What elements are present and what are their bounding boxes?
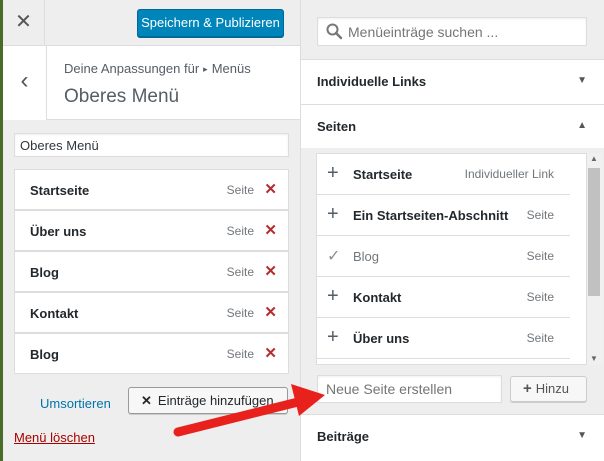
scroll-down-icon[interactable]: ▼	[590, 354, 598, 363]
plus-icon: +	[327, 203, 339, 225]
available-item[interactable]: + Startseite Individueller Link	[317, 154, 570, 195]
reorder-link[interactable]: Umsortieren	[40, 396, 111, 411]
available-item-title: Kontakt	[353, 290, 402, 305]
plus-icon: +	[327, 162, 339, 184]
menu-item-title: Blog	[30, 265, 59, 280]
available-item-type: Seite	[526, 331, 554, 345]
available-item[interactable]: ✓ Blog Seite	[317, 236, 570, 277]
section-posts[interactable]: Beiträge ▼	[301, 414, 604, 461]
remove-item-icon[interactable]: ✕	[264, 180, 277, 198]
available-item-type: Seite	[526, 208, 554, 222]
menu-item[interactable]: Über uns Seite ✕	[14, 210, 289, 251]
breadcrumb-target: Menüs	[211, 61, 251, 76]
back-chevron-icon[interactable]: ‹	[3, 46, 47, 120]
scrollbar-thumb[interactable]	[588, 168, 600, 296]
section-header	[3, 46, 300, 120]
menu-item-title: Blog	[30, 347, 59, 362]
menu-item-type: Seite	[226, 265, 254, 279]
available-item-type: Individueller Link	[464, 167, 554, 181]
chevron-down-icon: ▼	[577, 430, 587, 441]
remove-item-icon[interactable]: ✕	[264, 221, 277, 239]
add-page-button[interactable]: + Hinzu	[510, 376, 587, 402]
remove-item-icon[interactable]: ✕	[264, 344, 277, 362]
chevron-up-icon: ▲	[577, 120, 587, 131]
section-label: Seiten	[317, 119, 357, 134]
breadcrumb-prefix: Deine Anpassungen für	[64, 61, 200, 76]
menu-item[interactable]: Blog Seite ✕	[14, 251, 289, 292]
available-item[interactable]: + Ein Startseiten-Abschnitt Seite	[317, 195, 570, 236]
menu-item[interactable]: Startseite Seite ✕	[14, 169, 289, 210]
plus-icon: +	[523, 380, 532, 397]
page-title: Oberes Menü	[64, 86, 180, 107]
available-item-type: Seite	[526, 249, 554, 263]
remove-item-icon[interactable]: ✕	[264, 303, 277, 321]
checkmark-icon: ✓	[327, 248, 341, 265]
search-input[interactable]	[348, 21, 578, 43]
available-item[interactable]: + Kontakt Seite	[317, 277, 570, 318]
add-items-button[interactable]: ✕ Einträge hinzufügen	[128, 387, 288, 414]
add-page-label: Hinzu	[535, 381, 570, 396]
section-pages[interactable]: Seiten ▲	[301, 104, 604, 148]
menu-item-title: Startseite	[30, 183, 90, 198]
plus-icon: +	[327, 285, 339, 307]
section-label: Beiträge	[317, 429, 370, 444]
available-item-type: Seite	[526, 290, 554, 304]
available-item-title: Blog	[353, 249, 380, 264]
menu-item-type: Seite	[226, 183, 254, 197]
menu-item[interactable]: Blog Seite ✕	[14, 333, 289, 374]
publish-button[interactable]: Speichern & Publizieren	[137, 9, 284, 37]
menu-name-field[interactable]	[14, 133, 289, 157]
menu-item[interactable]: Kontakt Seite ✕	[14, 292, 289, 333]
menu-item-title: Über uns	[30, 224, 87, 239]
scroll-up-icon[interactable]: ▲	[590, 154, 598, 163]
section-label: Individuelle Links	[317, 74, 427, 89]
menu-item-type: Seite	[226, 224, 254, 238]
close-icon[interactable]: ✕	[3, 0, 45, 46]
menu-item-title: Kontakt	[30, 306, 79, 321]
search-icon	[326, 23, 343, 40]
available-item-title: Ein Startseiten-Abschnitt	[353, 208, 509, 223]
remove-item-icon[interactable]: ✕	[264, 262, 277, 280]
available-item-title: Startseite	[353, 167, 413, 182]
breadcrumb: Deine Anpassungen für ▸ Menüs	[64, 61, 251, 76]
section-custom-links[interactable]: Individuelle Links ▼	[301, 59, 604, 104]
add-items-label: Einträge hinzufügen	[157, 393, 274, 408]
available-item-title: Über uns	[353, 331, 410, 346]
breadcrumb-arrow-icon: ▸	[203, 64, 208, 74]
chevron-down-icon: ▼	[577, 75, 587, 86]
menu-item-type: Seite	[226, 306, 254, 320]
menu-item-type: Seite	[226, 347, 254, 361]
close-icon: ✕	[141, 393, 152, 408]
delete-menu-link[interactable]: Menü löschen	[14, 430, 95, 445]
plus-icon: +	[327, 326, 339, 348]
new-page-input[interactable]	[317, 375, 502, 403]
available-item[interactable]: + Über uns Seite	[317, 318, 570, 359]
